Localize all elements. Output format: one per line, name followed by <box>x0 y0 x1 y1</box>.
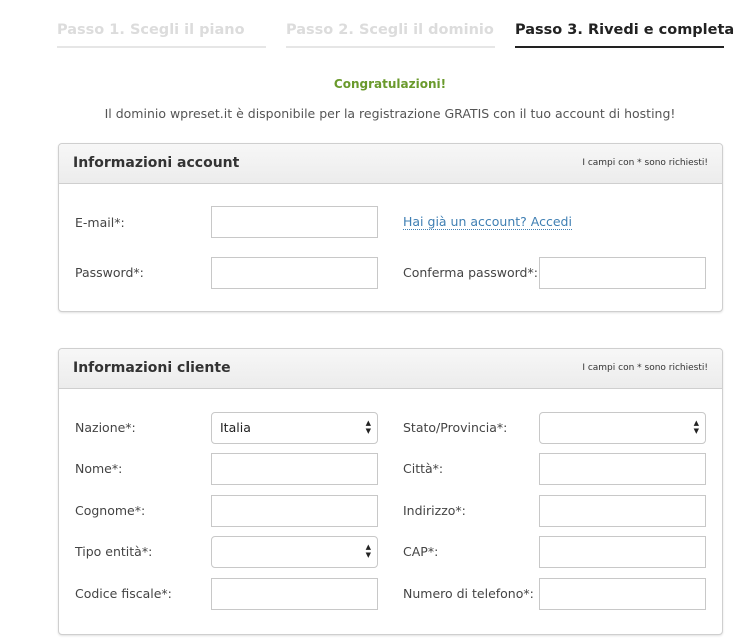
password-input[interactable] <box>211 257 378 289</box>
step-3: Passo 3. Rivedi e completa <box>515 22 735 48</box>
city-input[interactable] <box>539 453 706 485</box>
name-input[interactable] <box>211 453 378 485</box>
zip-input[interactable] <box>539 536 706 568</box>
customer-panel-title: Informazioni cliente <box>73 360 231 376</box>
select-arrows-icon: ▲ ▼ <box>693 419 699 435</box>
select-arrows-icon: ▲ ▼ <box>365 419 371 435</box>
account-panel-header: Informazioni account I campi con * sono … <box>59 144 722 184</box>
address-label: Indirizzo*: <box>403 503 466 518</box>
customer-panel-header: Informazioni cliente I campi con * sono … <box>59 349 722 389</box>
password-label: Password*: <box>75 265 144 280</box>
entity-type-select[interactable]: ▲ ▼ <box>211 536 378 568</box>
phone-label: Numero di telefono*: <box>403 586 534 601</box>
state-select[interactable]: ▲ ▼ <box>539 412 706 444</box>
progress-steps: Passo 1. Scegli il piano Passo 2. Scegli… <box>0 0 750 50</box>
tax-code-input[interactable] <box>211 578 378 610</box>
domain-available-message: Il dominio wpreset.it è disponibile per … <box>104 106 676 121</box>
zip-label: CAP*: <box>403 544 439 559</box>
customer-info-panel: Informazioni cliente I campi con * sono … <box>58 348 723 635</box>
confirm-password-label: Conferma password*: <box>403 265 538 280</box>
email-label: E-mail*: <box>75 215 125 230</box>
step-1-label: Passo 1. Scegli il piano <box>57 22 245 38</box>
country-select-value: Italia <box>220 420 251 435</box>
email-input[interactable] <box>211 206 378 238</box>
tax-code-label: Codice fiscale*: <box>75 586 172 601</box>
city-label: Città*: <box>403 461 444 476</box>
select-arrows-icon: ▲ ▼ <box>365 543 371 559</box>
step-2[interactable]: Passo 2. Scegli il dominio <box>286 22 495 48</box>
confirm-password-input[interactable] <box>539 257 706 289</box>
step-2-label: Passo 2. Scegli il dominio <box>286 22 494 38</box>
login-link[interactable]: Hai già un account? Accedi <box>403 214 572 230</box>
entity-type-label: Tipo entità*: <box>75 544 153 559</box>
congrats-heading: Congratulazioni! <box>333 77 447 91</box>
phone-input[interactable] <box>539 578 706 610</box>
step-3-label: Passo 3. Rivedi e completa <box>515 22 735 38</box>
account-info-panel: Informazioni account I campi con * sono … <box>58 143 723 312</box>
step-1[interactable]: Passo 1. Scegli il piano <box>57 22 266 48</box>
country-select[interactable]: Italia ▲ ▼ <box>211 412 378 444</box>
step-2-underline <box>286 46 495 48</box>
step-3-underline <box>515 46 724 48</box>
surname-input[interactable] <box>211 495 378 527</box>
country-label: Nazione*: <box>75 420 136 435</box>
name-label: Nome*: <box>75 461 123 476</box>
required-fields-note: I campi con * sono richiesti! <box>582 158 708 168</box>
address-input[interactable] <box>539 495 706 527</box>
surname-label: Cognome*: <box>75 503 146 518</box>
account-panel-title: Informazioni account <box>73 155 240 171</box>
state-label: Stato/Provincia*: <box>403 420 508 435</box>
required-fields-note: I campi con * sono richiesti! <box>582 363 708 373</box>
step-1-underline <box>57 46 266 48</box>
